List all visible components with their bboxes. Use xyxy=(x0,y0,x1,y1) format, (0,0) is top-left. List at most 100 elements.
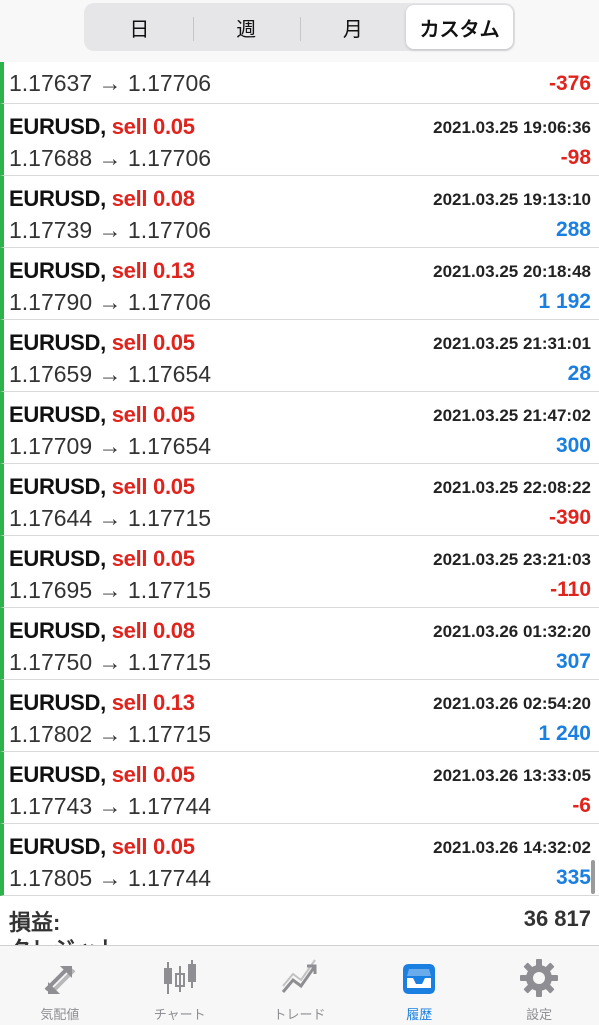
trade-side: sell 0.05 xyxy=(111,834,195,859)
trade-datetime: 2021.03.25 23:21:03 xyxy=(433,550,591,569)
table-row[interactable]: EURUSD, sell 0.08 2021.03.26 01:32:20 1.17… xyxy=(0,608,599,680)
trade-datetime: 2021.03.26 01:32:20 xyxy=(433,622,591,641)
trade-profit: 28 xyxy=(567,362,591,385)
history-inbox-icon xyxy=(403,964,436,994)
period-header: 日 週 月 カスタム xyxy=(0,0,599,62)
trade-profit: -110 xyxy=(550,578,591,601)
trade-icon xyxy=(282,959,317,993)
trade-symbol: EURUSD, sell 0.05 xyxy=(9,402,195,428)
tab-label: トレード xyxy=(273,1007,326,1022)
trade-prices: 1.17659 → 1.17654 xyxy=(9,361,212,387)
trade-profit: 300 xyxy=(555,434,591,457)
table-row[interactable]: EURUSD, sell 0.05 2021.03.25 21:31:01 1.17… xyxy=(0,320,599,392)
trade-symbol: EURUSD, sell 0.05 xyxy=(9,762,195,788)
tab-chart[interactable]: チャート xyxy=(120,946,240,1025)
trade-datetime: 2021.03.25 19:06:36 xyxy=(433,118,591,137)
symbol-label: EURUSD, xyxy=(9,546,106,571)
profit-total: 36 817 xyxy=(523,906,591,931)
gear-icon xyxy=(520,959,559,997)
segment-week[interactable]: 週 xyxy=(192,5,300,49)
trade-symbol: EURUSD, sell 0.08 xyxy=(9,186,195,212)
symbol-label: EURUSD, xyxy=(9,762,106,787)
trade-prices: 1.17750 → 1.17715 xyxy=(9,649,212,675)
trade-prices: 1.17709 → 1.17654 xyxy=(9,433,212,459)
trade-side: sell 0.13 xyxy=(111,690,195,715)
tab-label: 設定 xyxy=(526,1007,553,1022)
table-row[interactable]: EURUSD, sell 0.05 2021.03.25 23:21:03 1.17… xyxy=(0,536,599,608)
trade-profit: 1 192 xyxy=(538,290,591,313)
trade-prices: 1.17790 → 1.17706 xyxy=(9,289,212,315)
trade-side: sell 0.05 xyxy=(111,762,195,787)
trade-symbol: EURUSD, sell 0.05 xyxy=(9,474,195,500)
symbol-label: EURUSD, xyxy=(9,186,106,211)
trade-side: sell 0.13 xyxy=(111,258,195,283)
trade-symbol: EURUSD, sell 0.05 xyxy=(9,114,195,140)
segment-month[interactable]: 月 xyxy=(299,5,407,49)
trade-prices: 1.17688 → 1.17706 xyxy=(9,145,212,171)
trade-profit: 335 xyxy=(555,866,591,889)
symbol-label: EURUSD, xyxy=(9,402,106,427)
quotes-icon xyxy=(44,966,76,994)
symbol-label: EURUSD, xyxy=(9,834,106,859)
table-row[interactable]: EURUSD, sell 0.13 2021.03.26 02:54:20 1.17… xyxy=(0,680,599,752)
tab-trade[interactable]: トレード xyxy=(240,946,360,1025)
trade-prices: 1.17695 → 1.17715 xyxy=(9,577,212,603)
trade-profit: -390 xyxy=(548,506,591,529)
trade-side: sell 0.05 xyxy=(111,330,195,355)
table-row[interactable]: 1.17637 → 1.17706 -376 xyxy=(0,62,599,104)
table-row[interactable]: EURUSD, sell 0.05 2021.03.25 22:08:22 1.17… xyxy=(0,464,599,536)
symbol-label: EURUSD, xyxy=(9,618,106,643)
table-row[interactable]: EURUSD, sell 0.05 2021.03.26 14:32:02 1.17… xyxy=(0,824,599,896)
trade-prices: 1.17802 → 1.17715 xyxy=(9,721,212,747)
trade-prices: 1.17805 → 1.17744 xyxy=(9,865,212,891)
trade-symbol: EURUSD, sell 0.05 xyxy=(9,330,195,356)
trade-prices: 1.17739 → 1.17706 xyxy=(9,217,212,243)
trade-prices: 1.17644 → 1.17715 xyxy=(9,505,212,531)
symbol-label: EURUSD, xyxy=(9,330,106,355)
trade-side: sell 0.05 xyxy=(111,114,195,139)
trade-side: sell 0.08 xyxy=(111,618,195,643)
tab-settings[interactable]: 設定 xyxy=(479,946,599,1025)
segment-day[interactable]: 日 xyxy=(86,5,193,49)
trade-datetime: 2021.03.26 13:33:05 xyxy=(433,766,591,785)
symbol-label: EURUSD, xyxy=(9,114,106,139)
trade-symbol: EURUSD, sell 0.05 xyxy=(9,834,195,860)
table-row[interactable]: EURUSD, sell 0.08 2021.03.25 19:13:10 1.17… xyxy=(0,176,599,248)
trade-datetime: 2021.03.25 20:18:48 xyxy=(433,262,591,281)
segment-custom[interactable]: カスタム xyxy=(406,5,513,49)
trade-prices: 1.17743 → 1.17744 xyxy=(9,793,212,819)
tab-label: チャート xyxy=(153,1007,206,1022)
table-row[interactable]: EURUSD, sell 0.05 2021.03.25 19:06:36 1.17… xyxy=(0,104,599,176)
trade-datetime: 2021.03.25 19:13:10 xyxy=(433,190,591,209)
trade-profit: 1 240 xyxy=(538,722,591,745)
table-row[interactable]: EURUSD, sell 0.05 2021.03.26 13:33:05 1.17… xyxy=(0,752,599,824)
chart-candles-icon xyxy=(163,960,196,994)
trade-symbol: EURUSD, sell 0.05 xyxy=(9,546,195,572)
trade-history-list: 1.17637 → 1.17706 -376 EURUSD, sell 0.05… xyxy=(0,62,599,896)
profit-label: 損益: xyxy=(9,910,61,935)
trade-datetime: 2021.03.25 21:31:01 xyxy=(433,334,591,353)
trade-profit: -376 xyxy=(548,72,591,95)
trade-profit: -98 xyxy=(560,146,591,169)
symbol-label: EURUSD, xyxy=(9,474,106,499)
symbol-label: EURUSD, xyxy=(9,258,106,283)
period-segmented-control: 日 週 月 カスタム xyxy=(84,3,515,51)
trade-profit: 288 xyxy=(555,218,591,241)
summary-section: 損益: 36 817 クレジット xyxy=(0,896,599,948)
trade-prices: 1.17637 → 1.17706 xyxy=(9,70,212,96)
scrollbar[interactable] xyxy=(591,860,595,894)
trade-symbol: EURUSD, sell 0.13 xyxy=(9,690,195,716)
trade-side: sell 0.05 xyxy=(111,546,195,571)
tab-history[interactable]: 履歴 xyxy=(359,946,479,1025)
tab-quotes[interactable]: 気配値 xyxy=(0,946,120,1025)
table-row[interactable]: EURUSD, sell 0.05 2021.03.25 21:47:02 1.17… xyxy=(0,392,599,464)
trade-side: sell 0.05 xyxy=(111,402,195,427)
trade-datetime: 2021.03.26 14:32:02 xyxy=(433,838,591,857)
table-row[interactable]: EURUSD, sell 0.13 2021.03.25 20:18:48 1.17… xyxy=(0,248,599,320)
trade-datetime: 2021.03.25 22:08:22 xyxy=(433,478,591,497)
trade-profit: 307 xyxy=(555,650,591,673)
bottom-tab-bar: 気配値 チャート トレード 履歴 設定 xyxy=(0,945,599,1025)
trade-symbol: EURUSD, sell 0.08 xyxy=(9,618,195,644)
trade-symbol: EURUSD, sell 0.13 xyxy=(9,258,195,284)
trade-side: sell 0.08 xyxy=(111,186,195,211)
